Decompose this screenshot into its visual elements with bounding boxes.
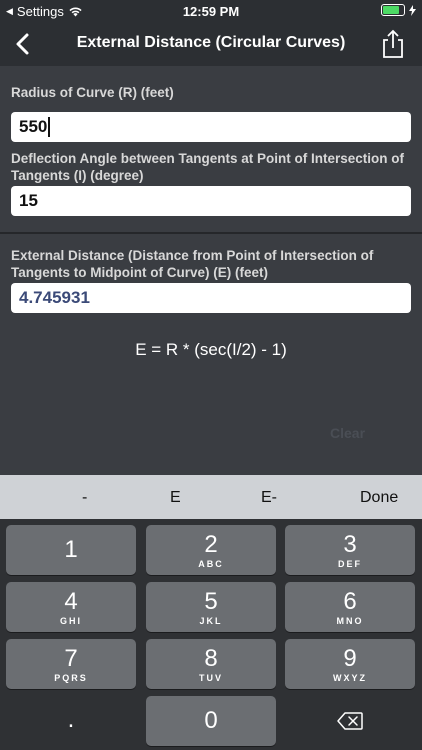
radius-value: 550	[19, 117, 48, 136]
key-8-letters: TUV	[199, 673, 223, 683]
numeric-keypad: 1 2 ABC 3 DEF 4 GHI 5 JKL 6 MNO 7 PQRS 8…	[0, 519, 422, 750]
key-4-digit: 4	[64, 588, 78, 615]
navigation-bar: External Distance (Circular Curves)	[0, 22, 422, 66]
key-1-digit: 1	[64, 536, 78, 563]
key-5-digit: 5	[204, 588, 218, 615]
negative-exponent-key[interactable]: E-	[261, 489, 277, 507]
key-0[interactable]: 0	[146, 696, 276, 746]
key-2-letters: ABC	[198, 559, 224, 569]
key-7-digit: 7	[64, 645, 78, 672]
keyboard-accessory-bar: - E E- Done	[0, 475, 422, 519]
key-decimal-symbol: .	[67, 706, 75, 733]
chevron-left-icon	[16, 33, 29, 55]
clear-button[interactable]: Clear	[330, 425, 365, 441]
delete-key[interactable]	[285, 696, 415, 746]
angle-label: Deflection Angle between Tangents at Poi…	[11, 151, 405, 183]
key-2[interactable]: 2 ABC	[146, 525, 276, 575]
key-3[interactable]: 3 DEF	[285, 525, 415, 575]
minus-key[interactable]: -	[82, 489, 87, 507]
key-9[interactable]: 9 WXYZ	[285, 639, 415, 689]
formula-text: E = R * (sec(I/2) - 1)	[135, 340, 287, 359]
key-5-letters: JKL	[199, 616, 223, 626]
section-divider	[0, 232, 422, 234]
result-output: 4.745931	[11, 283, 411, 313]
angle-value: 15	[19, 191, 38, 210]
key-5[interactable]: 5 JKL	[146, 582, 276, 632]
radius-label: Radius of Curve (R) (feet)	[11, 85, 174, 100]
result-value: 4.745931	[19, 288, 90, 307]
share-button[interactable]	[378, 28, 408, 60]
back-button[interactable]	[8, 28, 40, 60]
angle-input[interactable]: 15	[11, 186, 411, 216]
key-4[interactable]: 4 GHI	[6, 582, 136, 632]
done-button[interactable]: Done	[360, 489, 398, 507]
text-caret	[48, 117, 51, 137]
key-2-digit: 2	[204, 531, 218, 558]
key-4-letters: GHI	[59, 616, 82, 626]
charging-icon	[409, 4, 416, 16]
key-7[interactable]: 7 PQRS	[6, 639, 136, 689]
key-7-letters: PQRS	[54, 673, 88, 683]
radius-input[interactable]: 550	[11, 112, 411, 142]
backspace-icon	[337, 712, 363, 730]
key-0-digit: 0	[204, 707, 218, 734]
key-8[interactable]: 8 TUV	[146, 639, 276, 689]
status-time: 12:59 PM	[182, 4, 240, 19]
key-1[interactable]: 1	[6, 525, 136, 575]
key-6-letters: MNO	[336, 616, 364, 626]
page-title: External Distance (Circular Curves)	[76, 34, 346, 51]
status-bar: ◀ Settings 12:59 PM	[0, 0, 422, 22]
status-right	[381, 4, 416, 16]
key-9-digit: 9	[343, 645, 357, 672]
key-3-letters: DEF	[338, 559, 362, 569]
battery-icon	[381, 4, 405, 16]
key-9-letters: WXYZ	[333, 673, 367, 683]
share-icon	[383, 29, 403, 58]
key-6-digit: 6	[343, 588, 357, 615]
key-8-digit: 8	[204, 645, 218, 672]
exponent-key[interactable]: E	[170, 489, 181, 507]
key-decimal[interactable]: .	[6, 696, 136, 746]
battery-fill	[383, 6, 400, 14]
key-3-digit: 3	[343, 531, 357, 558]
key-6[interactable]: 6 MNO	[285, 582, 415, 632]
result-label: External Distance (Distance from Point o…	[11, 248, 374, 280]
